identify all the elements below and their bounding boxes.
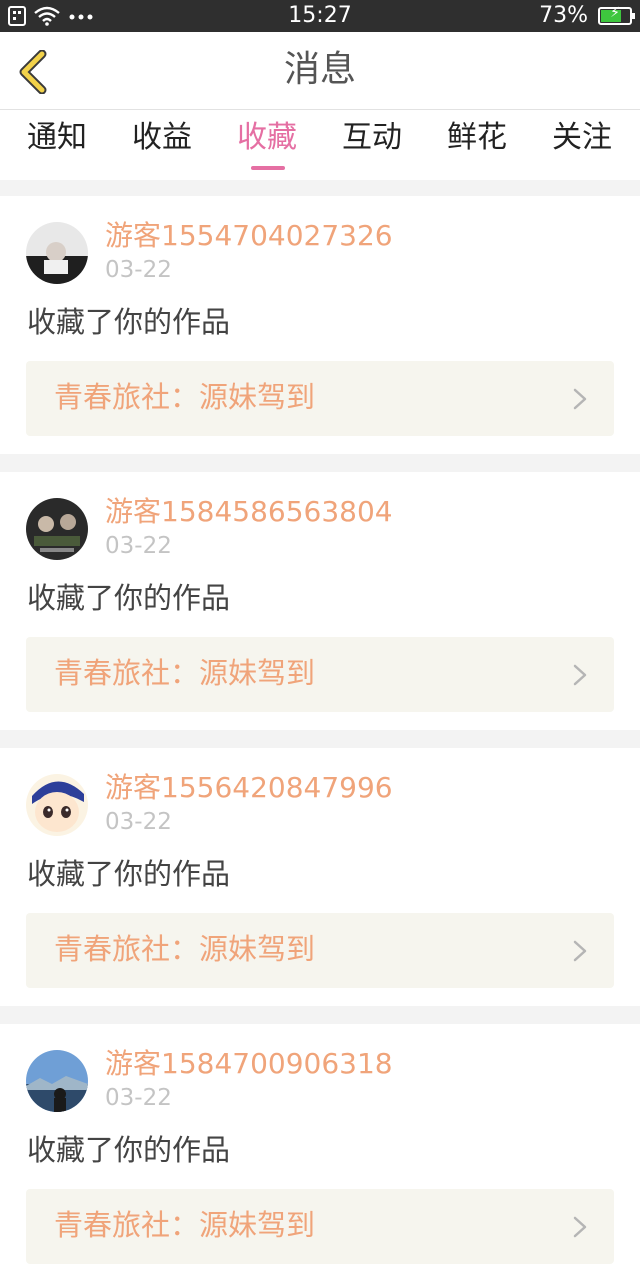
tab-label: 互动	[342, 120, 402, 155]
message-card: 游客1554704027326 03-22 收藏了你的作品 青春旅社：源妹驾到	[0, 196, 640, 454]
battery-icon: ⚡	[598, 5, 635, 25]
status-right: 73% ⚡	[539, 2, 635, 30]
tab-notifications[interactable]: 通知	[5, 118, 109, 180]
message-text: 收藏了你的作品	[27, 581, 231, 615]
tab-interactions[interactable]: 互动	[320, 118, 424, 180]
work-title: 青春旅社：源妹驾到	[54, 932, 316, 966]
chevron-right-icon	[573, 388, 587, 410]
charging-bolt-icon: ⚡	[610, 5, 620, 21]
tab-bar: 通知 收益 收藏 互动 鲜花 关注	[0, 110, 640, 180]
page-title: 消息	[283, 49, 356, 90]
message-text: 收藏了你的作品	[27, 857, 231, 891]
tab-follows[interactable]: 关注	[530, 118, 634, 180]
card-divider	[0, 730, 640, 748]
avatar[interactable]	[26, 498, 88, 560]
section-divider	[0, 180, 640, 196]
username[interactable]: 游客1584586563804	[105, 494, 393, 530]
message-text: 收藏了你的作品	[27, 305, 231, 339]
message-card: 游客1584586563804 03-22 收藏了你的作品 青春旅社：源妹驾到	[0, 472, 640, 730]
tab-label: 通知	[27, 120, 87, 155]
work-link[interactable]: 青春旅社：源妹驾到	[26, 637, 614, 712]
tab-label: 收益	[132, 120, 192, 155]
avatar[interactable]	[26, 1050, 88, 1112]
work-title: 青春旅社：源妹驾到	[54, 1208, 316, 1242]
work-link[interactable]: 青春旅社：源妹驾到	[26, 913, 614, 988]
battery-percentage: 73%	[539, 3, 588, 28]
tab-flowers[interactable]: 鲜花	[425, 118, 529, 180]
work-title: 青春旅社：源妹驾到	[54, 656, 316, 690]
work-title: 青春旅社：源妹驾到	[54, 380, 316, 414]
tab-earnings[interactable]: 收益	[110, 118, 214, 180]
chevron-right-icon	[573, 664, 587, 686]
username[interactable]: 游客1584700906318	[105, 1046, 393, 1082]
message-date: 03-22	[105, 257, 172, 283]
message-text: 收藏了你的作品	[27, 1133, 231, 1167]
tab-label: 鲜花	[447, 120, 507, 155]
avatar[interactable]	[26, 222, 88, 284]
card-divider	[0, 1006, 640, 1024]
username[interactable]: 游客1554704027326	[105, 218, 393, 254]
username[interactable]: 游客1556420847996	[105, 770, 393, 806]
tab-indicator	[251, 166, 285, 170]
work-link[interactable]: 青春旅社：源妹驾到	[26, 361, 614, 436]
message-date: 03-22	[105, 809, 172, 835]
message-date: 03-22	[105, 1085, 172, 1111]
tab-label: 关注	[552, 120, 612, 155]
work-link[interactable]: 青春旅社：源妹驾到	[26, 1189, 614, 1264]
chevron-right-icon	[573, 1216, 587, 1238]
message-card: 游客1556420847996 03-22 收藏了你的作品 青春旅社：源妹驾到	[0, 748, 640, 1006]
tab-label: 收藏	[237, 120, 297, 155]
avatar[interactable]	[26, 774, 88, 836]
status-bar: 15:27 73% ⚡	[0, 0, 640, 32]
chevron-right-icon	[573, 940, 587, 962]
header-bar: 消息	[0, 32, 640, 110]
message-date: 03-22	[105, 533, 172, 559]
card-divider	[0, 454, 640, 472]
message-card: 游客1584700906318 03-22 收藏了你的作品 青春旅社：源妹驾到	[0, 1024, 640, 1282]
tab-favorites[interactable]: 收藏	[215, 118, 319, 180]
